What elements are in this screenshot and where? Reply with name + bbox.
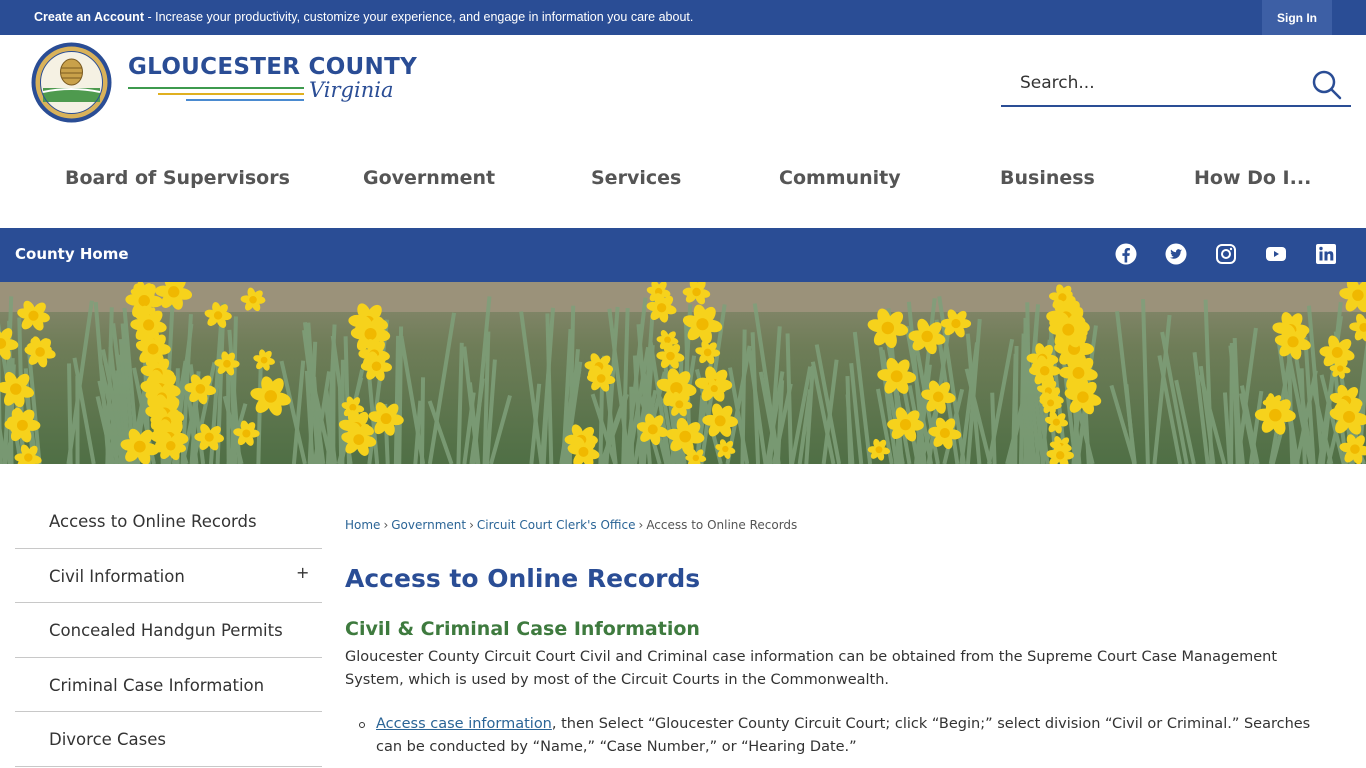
section-title: Civil & Criminal Case Information (345, 618, 700, 640)
side-navigation: Access to Online Records Civil Informati… (15, 494, 322, 767)
leaf-stroke (67, 363, 73, 464)
search-input[interactable] (1001, 61, 1301, 105)
sidenav-item-access-online-records[interactable]: Access to Online Records (15, 494, 322, 549)
site-subtitle: Virginia (309, 78, 394, 102)
access-case-information-link[interactable]: Access case information (376, 716, 552, 732)
county-seal-logo[interactable] (31, 42, 112, 123)
sidenav-item-label: Access to Online Records (49, 512, 257, 531)
linkedin-icon[interactable] (1314, 242, 1338, 266)
leaf-stroke (1229, 343, 1234, 464)
top-bar: Create an Account - Increase your produc… (0, 0, 1366, 35)
leaf-stroke (393, 335, 401, 464)
bullet-marker (359, 722, 365, 728)
sidenav-item-concealed-handgun-permits[interactable]: Concealed Handgun Permits (15, 603, 322, 658)
leaf-stroke (845, 375, 853, 464)
breadcrumb-separator: › (469, 518, 474, 532)
nav-community[interactable]: Community (779, 167, 901, 189)
sidenav-item-civil-information[interactable]: Civil Information + (15, 549, 322, 603)
list-item: Access case information, then Select “Gl… (376, 713, 1326, 759)
sign-in-button[interactable]: Sign In (1262, 0, 1332, 35)
sidenav-item-divorce-cases[interactable]: Divorce Cases (15, 712, 322, 767)
breadcrumb-current: Access to Online Records (646, 518, 798, 532)
secondary-bar: County Home (0, 228, 1366, 282)
main-navigation: Board of Supervisors Government Services… (0, 150, 1366, 210)
sidenav-item-label: Divorce Cases (49, 730, 167, 749)
create-account-link[interactable]: Create an Account (34, 10, 144, 24)
breadcrumb: Home › Government › Circuit Court Clerk's Of… (345, 518, 797, 532)
facebook-icon[interactable] (1114, 242, 1138, 266)
sidenav-item-label: Civil Information (49, 566, 185, 586)
nav-services[interactable]: Services (591, 167, 681, 189)
breadcrumb-clerks-office[interactable]: Circuit Court Clerk's Office (477, 518, 636, 532)
leaf-stroke (1013, 345, 1019, 464)
breadcrumb-separator: › (638, 518, 644, 532)
nav-business[interactable]: Business (1000, 167, 1095, 189)
search-icon[interactable] (1309, 67, 1343, 101)
nav-board-of-supervisors[interactable]: Board of Supervisors (65, 167, 290, 189)
search-box (1001, 61, 1351, 107)
instagram-icon[interactable] (1214, 242, 1238, 266)
expand-toggle[interactable]: + (296, 563, 309, 582)
breadcrumb-government[interactable]: Government (391, 518, 466, 532)
breadcrumb-separator: › (383, 518, 389, 532)
sidenav-item-label: Criminal Case Information (49, 675, 265, 695)
breadcrumb-home[interactable]: Home (345, 518, 380, 532)
twitter-icon[interactable] (1164, 242, 1188, 266)
leaf-stroke (990, 392, 997, 464)
create-account-message: Create an Account - Increase your produc… (34, 10, 693, 24)
page-title: Access to Online Records (345, 564, 701, 593)
intro-paragraph: Gloucester County Circuit Court Civil an… (345, 649, 1278, 688)
youtube-icon[interactable] (1264, 242, 1288, 266)
county-home-link[interactable]: County Home (15, 245, 129, 263)
sidenav-item-criminal-case-information[interactable]: Criminal Case Information (15, 658, 322, 712)
leaf-stroke (740, 329, 747, 464)
site-title[interactable]: GLOUCESTER COUNTY (128, 54, 417, 80)
nav-government[interactable]: Government (363, 167, 495, 189)
daffodil-banner-image (0, 282, 1366, 464)
create-account-text: - Increase your productivity, customize … (143, 10, 694, 24)
sidenav-item-label: Concealed Handgun Permits (49, 621, 283, 640)
logo-decorative-lines (128, 87, 304, 101)
nav-how-do-i[interactable]: How Do I... (1194, 167, 1311, 189)
